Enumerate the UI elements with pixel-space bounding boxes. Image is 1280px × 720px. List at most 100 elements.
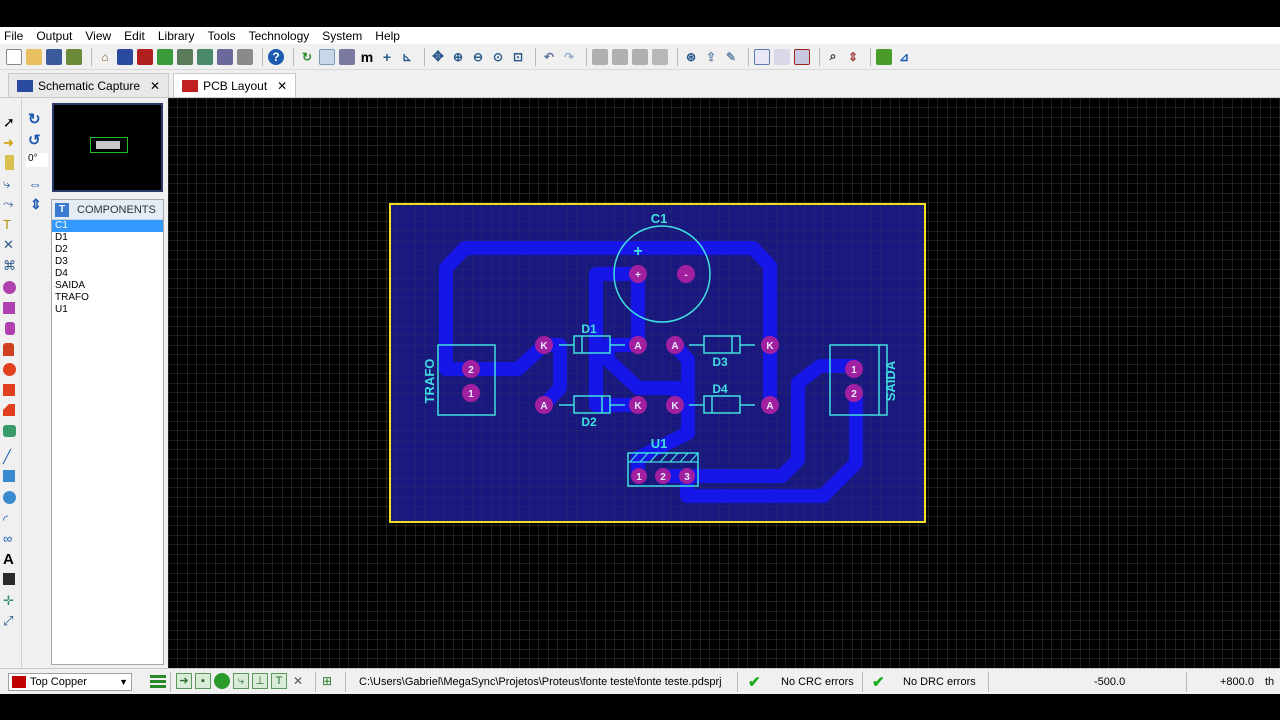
menu-technology[interactable]: Technology <box>249 29 310 43</box>
arc-mode-icon[interactable]: ◜ <box>3 512 18 527</box>
dil-pad-icon[interactable] <box>5 322 15 335</box>
list-item[interactable]: D1 <box>52 232 163 244</box>
schematic-icon[interactable] <box>117 48 133 65</box>
menu-edit[interactable]: Edit <box>124 29 145 43</box>
copy-icon[interactable] <box>612 48 628 65</box>
package-mode-icon[interactable] <box>5 155 14 170</box>
rect-smt-icon[interactable] <box>3 384 15 396</box>
round-pad-icon[interactable] <box>3 281 16 294</box>
menu-system[interactable]: System <box>322 29 362 43</box>
via-mode-icon[interactable]: ⤳ <box>3 196 18 211</box>
gerber-icon[interactable] <box>157 48 173 65</box>
track-mode-icon[interactable]: ⤷ <box>3 176 18 191</box>
polygon-smt-icon[interactable] <box>3 404 15 416</box>
rotate-ccw-icon[interactable]: ↺ <box>28 131 41 149</box>
pcb-editing-canvas[interactable]: TRAFO SAIDA C1 + D1 D3 D2 D4 U1 2 1 1 2 … <box>168 98 1280 668</box>
import-icon[interactable] <box>66 48 82 65</box>
mirror-horizontal-icon[interactable]: ⇔ <box>28 176 42 192</box>
property-tool-icon[interactable]: ⇕ <box>845 49 861 65</box>
crc-status[interactable]: No CRC errors <box>781 676 854 688</box>
autoroute-icon[interactable] <box>774 48 790 65</box>
menu-file[interactable]: File <box>4 29 23 43</box>
autoplace-icon[interactable] <box>754 48 770 65</box>
marker-mode-icon[interactable]: ✛ <box>3 593 18 608</box>
menu-library[interactable]: Library <box>158 29 195 43</box>
false-origin-icon[interactable]: ⊾ <box>399 49 415 65</box>
menu-tools[interactable]: Tools <box>208 29 236 43</box>
make-device-icon[interactable]: ⇪ <box>703 49 719 65</box>
list-item[interactable]: U1 <box>52 304 163 316</box>
3d-view-icon[interactable] <box>177 48 193 65</box>
path-mode-icon[interactable]: ∞ <box>3 531 18 546</box>
menu-help[interactable]: Help <box>375 29 400 43</box>
paste-icon[interactable] <box>632 48 648 65</box>
dimension-mode-icon[interactable]: ⤢ <box>3 613 18 628</box>
tab-pcb-layout[interactable]: PCB Layout ✕ <box>173 73 297 97</box>
rotate-cw-icon[interactable]: ↻ <box>28 110 41 128</box>
packaging-tool-icon[interactable]: ✎ <box>723 49 739 65</box>
overview-window[interactable] <box>52 103 163 192</box>
selection-mode-icon[interactable]: ➚ <box>3 114 18 130</box>
components-mode-icon[interactable]: T <box>55 202 69 217</box>
zone-filter-icon[interactable]: ⊥ <box>252 673 268 689</box>
grid-icon[interactable] <box>319 48 335 65</box>
list-item[interactable]: TRAFO <box>52 292 163 304</box>
help-icon[interactable]: ? <box>268 48 284 65</box>
pick-parts-icon[interactable]: ⊛ <box>683 49 699 65</box>
circle-mode-icon[interactable] <box>3 491 16 504</box>
layers-icon[interactable] <box>339 48 355 65</box>
open-folder-icon[interactable] <box>26 48 42 65</box>
refresh-icon[interactable]: ↻ <box>299 49 315 65</box>
pcb-icon[interactable] <box>137 48 153 65</box>
circular-smt-icon[interactable] <box>3 363 16 376</box>
pan-icon[interactable]: ✥ <box>430 48 446 65</box>
zoom-area-icon[interactable]: ⊡ <box>510 49 526 65</box>
text-mode-icon[interactable]: A <box>3 551 18 568</box>
undo-icon[interactable]: ↶ <box>541 49 557 65</box>
mirror-vertical-icon[interactable]: ⇕ <box>30 196 42 213</box>
tab-schematic-capture[interactable]: Schematic Capture ✕ <box>8 73 170 97</box>
design-rules-icon[interactable] <box>794 48 810 65</box>
drc-icon[interactable]: ⊿ <box>896 49 912 65</box>
ratsnest-filter-icon[interactable]: ✕ <box>290 673 306 689</box>
ratsnest-mode-icon[interactable]: ✕ <box>3 237 18 252</box>
list-item[interactable]: D2 <box>52 244 163 256</box>
notes-icon[interactable] <box>237 48 253 65</box>
zoom-all-icon[interactable]: ⊙ <box>490 49 506 65</box>
netlist-icon[interactable] <box>876 48 892 65</box>
bom-icon[interactable] <box>197 48 213 65</box>
list-item[interactable]: SAIDA <box>52 280 163 292</box>
layer-stack-icon[interactable] <box>150 674 166 688</box>
track-filter-icon[interactable]: ⤷ <box>233 673 249 689</box>
edge-pad-icon[interactable] <box>3 343 14 356</box>
drc-status[interactable]: No DRC errors <box>903 676 976 688</box>
delete-icon[interactable] <box>652 48 668 65</box>
padstack-icon[interactable] <box>3 425 16 437</box>
list-item[interactable]: D3 <box>52 256 163 268</box>
box-mode-icon[interactable] <box>3 470 15 482</box>
origin-icon[interactable]: + <box>379 49 395 65</box>
search-icon[interactable]: ⌕ <box>825 49 841 65</box>
select-filter-icon[interactable]: ➜ <box>176 673 192 689</box>
symbol-mode-icon[interactable] <box>3 573 15 585</box>
zoom-in-icon[interactable]: ⊕ <box>450 49 466 65</box>
cut-icon[interactable] <box>592 48 608 65</box>
graphics-filter-icon[interactable]: T <box>271 673 287 689</box>
connectivity-icon[interactable]: ⌘ <box>3 258 18 273</box>
pad-filter-icon[interactable]: ▪ <box>195 673 211 689</box>
metric-icon[interactable]: m <box>359 49 375 65</box>
square-pad-icon[interactable] <box>3 302 15 314</box>
close-icon[interactable]: ✕ <box>150 79 160 93</box>
component-mode-icon[interactable]: ➜ <box>3 135 18 150</box>
list-item[interactable]: D4 <box>52 268 163 280</box>
save-icon[interactable] <box>46 48 62 65</box>
message-icon[interactable]: ⊞ <box>322 674 332 688</box>
menu-view[interactable]: View <box>85 29 111 43</box>
design-explorer-icon[interactable] <box>217 48 233 65</box>
redo-icon[interactable]: ↷ <box>561 49 577 65</box>
via-filter-icon[interactable] <box>214 673 230 689</box>
rotation-angle-field[interactable]: 0° <box>26 153 48 167</box>
home-icon[interactable]: ⌂ <box>97 49 113 65</box>
units-label[interactable]: th <box>1265 676 1274 688</box>
close-icon[interactable]: ✕ <box>277 79 287 93</box>
